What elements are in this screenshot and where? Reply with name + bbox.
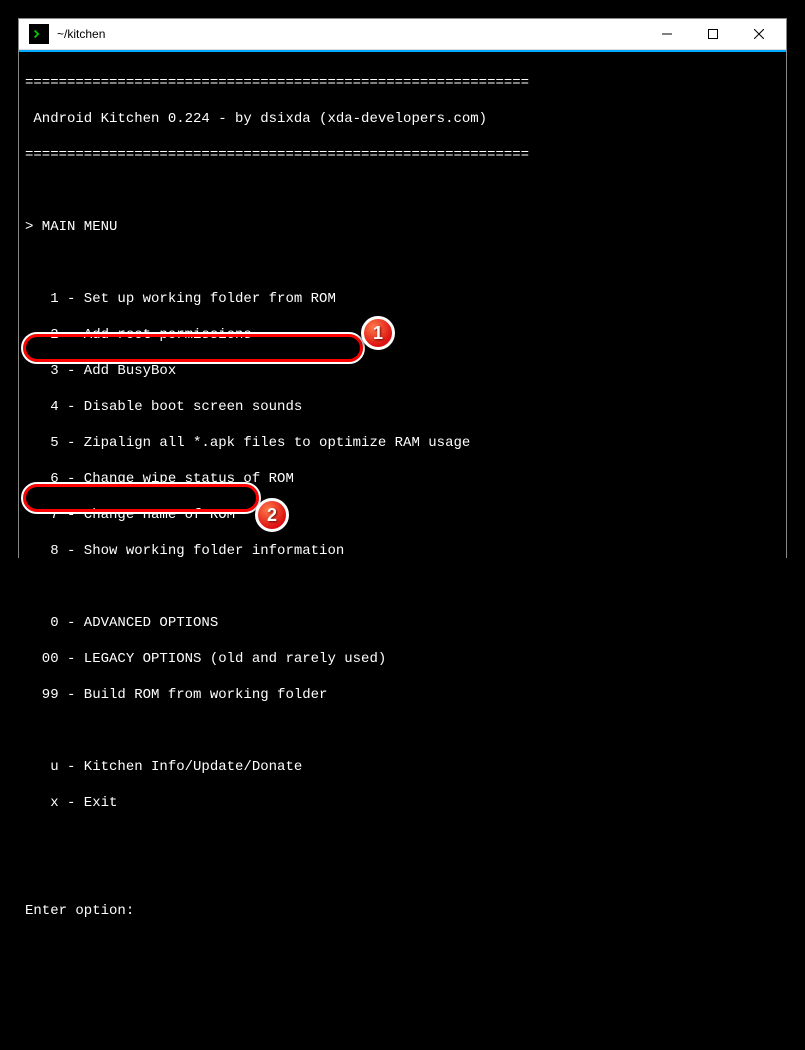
blank-line — [25, 578, 780, 596]
close-button[interactable] — [736, 19, 782, 49]
menu-item: 99 - Build ROM from working folder — [25, 686, 780, 704]
divider-line: ========================================… — [25, 74, 780, 92]
blank-line — [25, 182, 780, 200]
blank-line — [25, 866, 780, 884]
titlebar: ~/kitchen — [19, 19, 786, 50]
window-controls — [644, 19, 782, 49]
maximize-button[interactable] — [690, 19, 736, 49]
menu-item: 5 - Zipalign all *.apk files to optimize… — [25, 434, 780, 452]
divider-line: ========================================… — [25, 146, 780, 164]
menu-item-advanced: 0 - ADVANCED OPTIONS — [25, 614, 780, 632]
app-icon — [29, 24, 49, 44]
close-icon — [754, 29, 764, 39]
app-header: Android Kitchen 0.224 - by dsixda (xda-d… — [25, 110, 780, 128]
minimize-button[interactable] — [644, 19, 690, 49]
prompt-line: Enter option: — [25, 902, 780, 920]
menu-item: 6 - Change wipe status of ROM — [25, 470, 780, 488]
terminal-window: ~/kitchen ==============================… — [18, 18, 787, 558]
minimize-icon — [662, 29, 672, 39]
window-title: ~/kitchen — [55, 27, 644, 41]
menu-item: 1 - Set up working folder from ROM — [25, 290, 780, 308]
blank-line — [25, 830, 780, 848]
menu-item: 4 - Disable boot screen sounds — [25, 398, 780, 416]
menu-header: > MAIN MENU — [25, 218, 780, 236]
terminal-body[interactable]: ========================================… — [19, 50, 786, 1050]
menu-item: 3 - Add BusyBox — [25, 362, 780, 380]
menu-item: 00 - LEGACY OPTIONS (old and rarely used… — [25, 650, 780, 668]
menu-item: u - Kitchen Info/Update/Donate — [25, 758, 780, 776]
menu-item: x - Exit — [25, 794, 780, 812]
blank-line — [25, 722, 780, 740]
maximize-icon — [708, 29, 718, 39]
blank-line — [25, 254, 780, 272]
menu-item: 2 - Add root permissions — [25, 326, 780, 344]
menu-item: 7 - Change name of ROM — [25, 506, 780, 524]
menu-item: 8 - Show working folder information — [25, 542, 780, 560]
